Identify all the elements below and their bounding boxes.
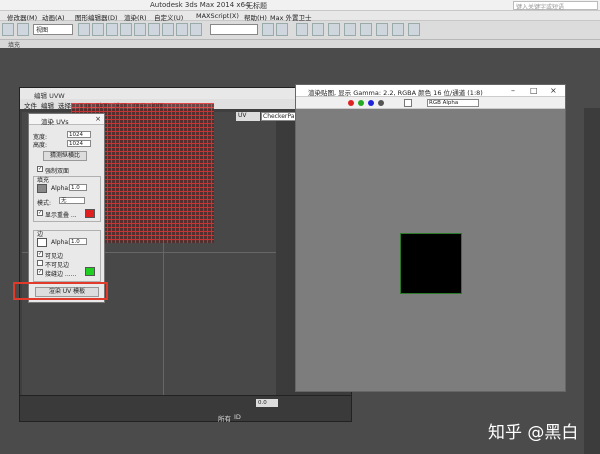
mode-dropdown[interactable]: 无	[59, 197, 85, 204]
uvw-menu-select[interactable]: 选择	[58, 100, 71, 110]
height-input[interactable]: 1024	[67, 140, 91, 147]
edge-color-swatch[interactable]	[37, 238, 47, 247]
id-selector[interactable]: ID	[234, 413, 241, 421]
value-spinner[interactable]: 0.0	[256, 399, 278, 407]
material-editor-icon[interactable]	[344, 23, 356, 36]
show-overlap-checkbox[interactable]: ✓	[37, 210, 43, 216]
fill-color-swatch[interactable]	[37, 184, 47, 193]
pivot-icon[interactable]	[134, 23, 146, 36]
mirror-icon[interactable]	[262, 23, 274, 36]
selection-dropdown[interactable]: 视图	[33, 24, 73, 35]
render-frame-icon[interactable]	[376, 23, 388, 36]
green-channel-icon[interactable]	[358, 100, 364, 106]
uvw-menu-file[interactable]: 文件	[24, 100, 37, 110]
fill-group-label: 填充	[37, 177, 50, 184]
alpha-channel-icon[interactable]	[378, 100, 384, 106]
minimize-icon[interactable]: –	[511, 86, 515, 95]
rotate-icon[interactable]	[106, 23, 118, 36]
all-selector[interactable]: 所有	[218, 413, 231, 423]
select-icon[interactable]	[78, 23, 90, 36]
mode-label: 模式:	[37, 200, 52, 207]
align-icon[interactable]	[276, 23, 288, 36]
render-window-title-bar: 渲染贴图, 显示 Gamma: 2.2, RGBA 颜色 16 位/通道 (1:…	[296, 85, 565, 97]
command-panel	[584, 108, 600, 454]
snap-icon[interactable]	[148, 23, 160, 36]
rendered-uv-template	[400, 233, 462, 294]
teapot-icon[interactable]	[408, 23, 420, 36]
blue-channel-icon[interactable]	[368, 100, 374, 106]
curve-editor-icon[interactable]	[312, 23, 324, 36]
alpha-label-2: Alpha:	[51, 239, 71, 246]
uv-selector[interactable]: UV	[236, 112, 260, 121]
move-icon[interactable]	[92, 23, 104, 36]
render-icon[interactable]	[392, 23, 404, 36]
edge-group-label: 边	[37, 231, 44, 238]
scale-icon[interactable]	[120, 23, 132, 36]
force-2sided-checkbox[interactable]: ✓	[37, 166, 43, 172]
visible-edges-checkbox[interactable]: ✓	[37, 251, 43, 257]
channel-dropdown[interactable]: RGB Alpha	[427, 99, 479, 107]
uvw-bottom-toolbar: 所有 ID 0.0	[20, 395, 351, 423]
named-selection-dropdown[interactable]	[210, 24, 258, 35]
seam-color-swatch[interactable]	[85, 267, 95, 276]
render-button-highlight	[13, 282, 108, 300]
red-channel-icon[interactable]	[348, 100, 354, 106]
spinner-snap-icon[interactable]	[190, 23, 202, 36]
render-setup-icon[interactable]	[360, 23, 372, 36]
guess-aspect-button[interactable]: 猜测纵横比	[43, 151, 87, 161]
title-bar: Autodesk 3ds Max 2014 x64 无标题 键入关键字或短语	[0, 0, 600, 11]
ribbon-row: 填充	[0, 40, 600, 49]
menu-maxscript[interactable]: MAXScript(X)	[196, 12, 239, 20]
alpha-input-2[interactable]: 1.0	[69, 238, 87, 245]
render-window-toolbar: RGB Alpha	[296, 97, 565, 109]
menu-bar: 修改器(M) 动画(A) 图形编辑器(D) 渲染(R) 自定义(U) MAXSc…	[0, 11, 600, 22]
overlap-color-swatch[interactable]	[85, 209, 95, 218]
invisible-edges-label: 不可见边	[45, 262, 70, 269]
seam-edges-checkbox[interactable]: ✓	[37, 269, 43, 275]
invisible-edges-checkbox[interactable]	[37, 260, 43, 266]
swatch-icon[interactable]	[404, 99, 412, 107]
window-close-icon[interactable]: ×	[550, 86, 557, 95]
force-2sided-label: 强制双面	[45, 168, 70, 175]
redo-icon[interactable]	[17, 23, 29, 36]
render-uvs-panel: 渲染 UVs × 宽度: 1024 高度: 1024 猜测纵横比 ✓ 强制双面 …	[28, 113, 105, 303]
uvw-menu-edit[interactable]: 编辑	[41, 100, 54, 110]
height-label: 高度:	[33, 142, 48, 149]
angle-snap-icon[interactable]	[162, 23, 174, 36]
main-toolbar: 视图	[0, 21, 600, 40]
seam-edges-label: 接缝边 ......	[45, 271, 77, 278]
visible-edges-label: 可见边	[45, 253, 64, 260]
percent-snap-icon[interactable]	[176, 23, 188, 36]
render-uvs-title-bar: 渲染 UVs ×	[29, 114, 104, 126]
file-title: 无标题	[246, 2, 267, 10]
width-input[interactable]: 1024	[67, 131, 91, 138]
show-overlap-label: 显示重叠 ...	[45, 212, 77, 219]
maximize-icon[interactable]: □	[530, 86, 538, 95]
schematic-icon[interactable]	[328, 23, 340, 36]
alpha-label-1: Alpha:	[51, 185, 71, 192]
watermark: 知乎 @黑白	[488, 423, 579, 443]
render-uvs-title: 渲染 UVs	[41, 118, 69, 126]
undo-icon[interactable]	[2, 23, 14, 36]
search-input[interactable]: 键入关键字或短语	[513, 1, 598, 11]
alpha-input-1[interactable]: 1.0	[69, 184, 87, 191]
render-frame-window: 渲染贴图, 显示 Gamma: 2.2, RGBA 颜色 16 位/通道 (1:…	[295, 84, 566, 392]
layer-icon[interactable]	[296, 23, 308, 36]
render-window-title: 渲染贴图, 显示 Gamma: 2.2, RGBA 颜色 16 位/通道 (1:…	[308, 89, 483, 97]
close-icon[interactable]: ×	[95, 115, 101, 123]
app-title: Autodesk 3ds Max 2014 x64	[150, 1, 250, 9]
